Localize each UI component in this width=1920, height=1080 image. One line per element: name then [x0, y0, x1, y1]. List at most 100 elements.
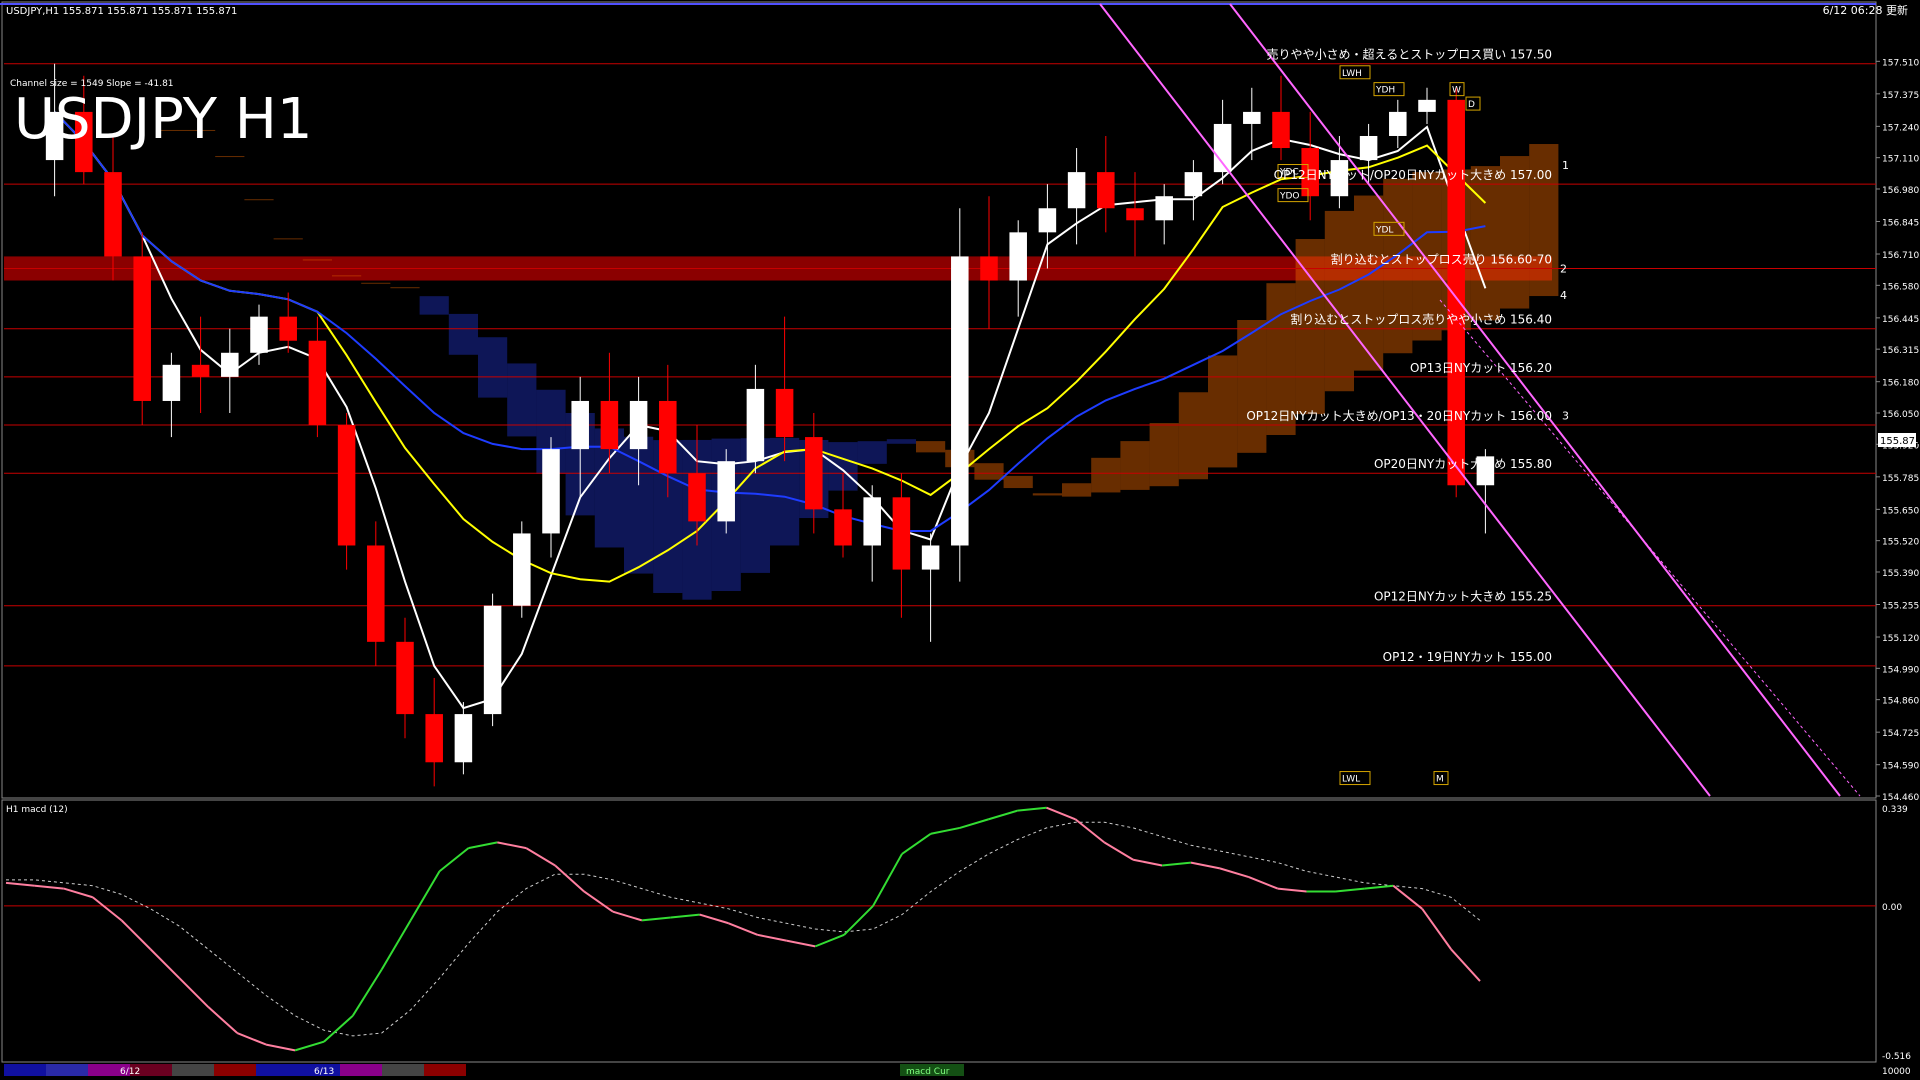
axis-tick-label: 155.650 [1882, 506, 1919, 516]
candle-body [250, 316, 268, 353]
candle-body [1184, 172, 1203, 197]
price-level-label: OP12・19日NYカット 155.00 [1383, 650, 1552, 664]
cloud-segment [1091, 457, 1121, 493]
axis-tick-label: 156.710 [1882, 251, 1919, 261]
footer-segment [46, 1064, 88, 1076]
marker-label: M [1436, 775, 1444, 785]
cloud-segment [974, 463, 1004, 480]
candle-body [717, 461, 735, 522]
candle-body [483, 605, 502, 715]
macd-panel-frame [1, 799, 1877, 1063]
candle-body [892, 497, 911, 570]
cloud-segment [419, 296, 449, 315]
candle-body [775, 388, 794, 438]
axis-tick-label: 154.860 [1882, 697, 1919, 707]
marker-label: YDO [1279, 192, 1300, 202]
candle-body [162, 364, 181, 401]
axis-tick-label: 156.580 [1882, 282, 1919, 292]
axis-tick-label: 156.980 [1882, 186, 1919, 196]
axis-tick-label: 156.180 [1882, 379, 1919, 389]
channel-number: 4 [1560, 289, 1567, 302]
footer-date: 6/13 [314, 1067, 334, 1077]
candle-body [1243, 111, 1261, 124]
axis-tick-label: 157.375 [1882, 91, 1919, 101]
candle-body [1418, 99, 1436, 112]
footer-segment [214, 1064, 256, 1076]
cloud-segment [448, 313, 478, 355]
cloud-segment [1529, 144, 1559, 297]
cloud-segment [1354, 195, 1384, 371]
price-level-label: OP12日NYカット大きめ 155.25 [1374, 590, 1552, 604]
candle-body [133, 256, 151, 401]
candle-body [1359, 135, 1378, 161]
candle-body [104, 172, 122, 257]
cloud-segment [857, 441, 887, 464]
cloud-segment [244, 199, 274, 201]
axis-tick-label: 154.725 [1882, 729, 1919, 739]
footer-segment [256, 1064, 298, 1076]
candle-body [571, 400, 589, 450]
macd-axis-label: 0.00 [1882, 903, 1902, 913]
candle-body [1389, 111, 1407, 136]
price-level-label: 割り込むとストップロス売りやや小さめ 156.40 [1290, 312, 1552, 327]
cloud-segment [273, 238, 303, 240]
candle-body [1126, 208, 1144, 221]
candle-body [308, 340, 327, 426]
candle-body [1009, 232, 1027, 281]
axis-tick-label: 154.590 [1882, 762, 1919, 772]
candle-body [513, 533, 531, 606]
marker-label: YDL [1375, 225, 1393, 235]
price-axis: 157.510 157.375 157.240 157.110 156.980 156.8… [1876, 58, 1919, 803]
cloud-segment [916, 441, 946, 453]
candle-body [1272, 111, 1290, 149]
cloud-segment [1470, 166, 1500, 321]
cloud-segment [390, 287, 420, 289]
price-level-label: 売りやや小さめ・超えるとストップロス買い 157.50 [1267, 47, 1552, 62]
macd-axis-label: -0.516 [1882, 1052, 1911, 1062]
footer-segment [424, 1064, 466, 1076]
chart-big-title: USDJPY H1 [14, 87, 312, 152]
candle-body [1213, 123, 1232, 173]
price-level-label: OP12日NYカット/OP20日NYカット大きめ 157.00 [1274, 168, 1552, 182]
candle-body [600, 400, 619, 450]
price-level-label: OP13日NYカット 156.20 [1410, 361, 1552, 375]
candle-body [834, 509, 852, 546]
candle-body [191, 364, 210, 377]
footer-segment [340, 1064, 382, 1076]
candle-body [1097, 172, 1115, 209]
price-level-label: OP20日NYカット大きめ 155.80 [1374, 457, 1552, 471]
axis-tick-label: 156.050 [1882, 410, 1919, 420]
cloud-segment [1120, 441, 1150, 490]
candle-body [396, 641, 414, 715]
axis-tick-label: 154.990 [1882, 665, 1919, 675]
candle-body [1067, 172, 1086, 209]
cloud-segment [1062, 483, 1092, 497]
macd-panel-title: H1 macd (12) [6, 805, 68, 815]
marker-label: D [1468, 100, 1475, 110]
candle-body [659, 400, 677, 474]
cloud-segment [302, 259, 332, 261]
marker-label: W [1452, 86, 1461, 96]
marker-label: LWH [1342, 69, 1362, 79]
price-level-label: OP12日NYカット大きめ/OP13・20日NYカット 156.00 [1246, 409, 1552, 423]
marker-label: LWL [1342, 775, 1360, 785]
footer-bar: 6/12 6/13 macd Cur 10000 [4, 1064, 1911, 1077]
axis-tick-label: 157.240 [1882, 123, 1919, 133]
footer-date: 6/12 [120, 1067, 140, 1077]
channel-number: 3 [1562, 409, 1569, 422]
candle-body [367, 545, 385, 642]
candle-body [980, 256, 998, 281]
footer-segment [382, 1064, 424, 1076]
candle-body [279, 316, 297, 341]
axis-tick-label: 157.110 [1882, 155, 1919, 165]
footer-segment [4, 1064, 46, 1076]
axis-tick-label: 156.845 [1882, 219, 1919, 229]
candle-body [921, 545, 940, 570]
footer-segment [172, 1064, 214, 1076]
candle-body [337, 425, 356, 546]
update-timestamp: 6/12 06:28 更新 [1823, 3, 1908, 17]
candle-body [454, 714, 473, 763]
candle-body [629, 400, 648, 450]
symbol-info: USDJPY,H1 155.871 155.871 155.871 155.87… [6, 6, 237, 17]
candle-body [951, 256, 969, 546]
